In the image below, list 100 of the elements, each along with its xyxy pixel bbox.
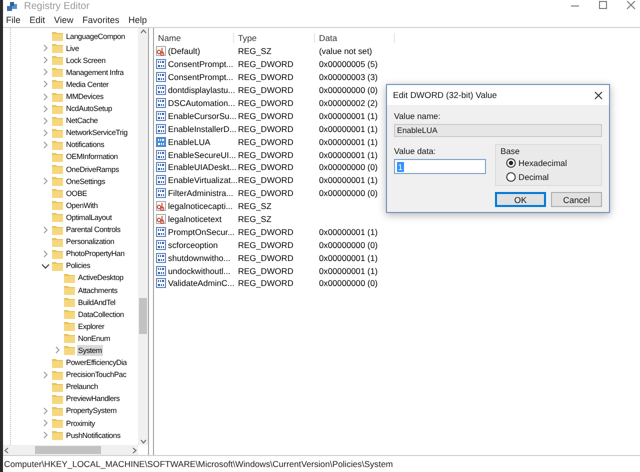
value-type: REG_DWORD bbox=[237, 72, 294, 82]
field-label: Value data: bbox=[394, 146, 437, 156]
folder-icon bbox=[52, 406, 63, 416]
column-header[interactable]: Name bbox=[154, 33, 234, 43]
value-data: 0x00000000 (0) bbox=[318, 278, 379, 288]
binary-value-icon bbox=[156, 110, 166, 121]
menu-item[interactable]: Favorites bbox=[82, 14, 120, 24]
string-value-icon bbox=[156, 46, 166, 56]
status-bar: Computer\HKEY_LOCAL_MACHINE\SOFTWARE\Microsoft\Windows\CurrentVersion\Policies\System bbox=[3, 455, 640, 472]
folder-icon bbox=[52, 418, 63, 428]
value-name[interactable]: EnableCursorSu... bbox=[168, 110, 236, 121]
scroll-up-icon[interactable] bbox=[140, 28, 146, 35]
value-name[interactable]: ConsentPrompt... bbox=[168, 72, 234, 82]
binary-value-icon bbox=[156, 98, 166, 108]
scroll-thumb[interactable] bbox=[35, 446, 101, 454]
value-type: REG_DWORD bbox=[237, 252, 294, 263]
binary-value-icon bbox=[156, 175, 166, 186]
menu-item[interactable]: File bbox=[6, 14, 21, 24]
value-name[interactable]: EnableSecureUI... bbox=[168, 150, 236, 160]
value-data: 0x00000001 (1) bbox=[318, 150, 379, 160]
value-name[interactable]: ValidateAdminC... bbox=[168, 278, 234, 288]
binary-value-icon bbox=[156, 266, 166, 276]
folder-icon bbox=[64, 285, 75, 296]
value-data: 0x00000001 (1) bbox=[318, 252, 379, 263]
value-name[interactable]: PromptOnSecur... bbox=[168, 226, 235, 237]
binary-value-icon bbox=[156, 226, 166, 237]
value-name[interactable]: EnableUIADeskt... bbox=[168, 162, 236, 172]
value-name[interactable]: EnableInstallerD... bbox=[168, 124, 236, 134]
string-value-icon bbox=[156, 214, 166, 224]
column-header[interactable]: Type bbox=[234, 33, 315, 43]
value-data: 0x00000001 (1) bbox=[318, 136, 379, 147]
menu-item[interactable]: Edit bbox=[30, 14, 46, 24]
scroll-down-icon[interactable] bbox=[140, 438, 146, 445]
value-name[interactable]: EnableVirtualizat... bbox=[168, 175, 238, 186]
value-type: REG_DWORD bbox=[237, 266, 294, 276]
folder-icon bbox=[64, 333, 75, 344]
column-header[interactable]: Data bbox=[315, 33, 395, 43]
scroll-thumb[interactable] bbox=[139, 298, 147, 334]
vertical-scrollbar[interactable] bbox=[138, 28, 148, 445]
dialog-button[interactable]: OK bbox=[495, 192, 546, 207]
radio-button[interactable] bbox=[506, 172, 516, 182]
registry-cubes-icon bbox=[7, 2, 18, 12]
radio-button[interactable] bbox=[506, 158, 516, 168]
scroll-right-icon[interactable] bbox=[131, 446, 138, 454]
binary-value-icon bbox=[156, 136, 166, 147]
folder-icon bbox=[52, 370, 63, 380]
value-type: REG_DWORD bbox=[237, 59, 294, 70]
menu-item[interactable]: View bbox=[54, 14, 74, 24]
folder-icon bbox=[64, 297, 75, 308]
folder-icon bbox=[52, 43, 63, 54]
folder-icon bbox=[64, 272, 75, 283]
maximize-icon[interactable] bbox=[598, 0, 608, 10]
binary-value-icon bbox=[156, 278, 166, 288]
radio-label[interactable]: Decimal bbox=[518, 172, 549, 182]
close-icon[interactable] bbox=[594, 90, 603, 100]
value-name[interactable]: undockwithoutl... bbox=[168, 266, 230, 276]
value-name[interactable]: ConsentPrompt... bbox=[168, 59, 234, 70]
horizontal-scrollbar[interactable] bbox=[3, 445, 138, 455]
value-name-field: EnableLUA bbox=[394, 124, 602, 137]
value-data: 0x00000000 (0) bbox=[318, 85, 379, 96]
folder-icon bbox=[64, 321, 75, 332]
folder-icon bbox=[52, 200, 63, 210]
folder-icon bbox=[52, 92, 63, 102]
value-data: 0x00000000 (0) bbox=[318, 240, 379, 250]
folder-icon bbox=[52, 55, 63, 66]
dialog-title: Edit DWORD (32-bit) Value bbox=[393, 90, 497, 100]
folder-icon bbox=[52, 248, 63, 259]
value-name[interactable]: DSCAutomation... bbox=[168, 98, 236, 108]
value-data: (value not set) bbox=[318, 46, 374, 56]
value-type: REG_DWORD bbox=[237, 240, 294, 250]
value-type: REG_DWORD bbox=[237, 278, 294, 288]
value-type: REG_DWORD bbox=[237, 136, 294, 147]
value-name[interactable]: legalnoticetext bbox=[168, 214, 222, 224]
value-data: 0x00000001 (1) bbox=[318, 175, 379, 186]
dialog-button[interactable]: Cancel bbox=[551, 192, 602, 207]
value-name[interactable]: shutdownwitho... bbox=[168, 252, 230, 263]
binary-value-icon bbox=[156, 124, 166, 134]
value-name[interactable]: EnableLUA bbox=[168, 136, 210, 147]
binary-value-icon bbox=[156, 59, 166, 70]
folder-icon bbox=[52, 176, 63, 186]
folder-icon bbox=[52, 128, 63, 138]
value-data: 0x00000000 (0) bbox=[318, 188, 379, 198]
string-value-icon bbox=[156, 201, 166, 212]
value-type: REG_SZ bbox=[237, 46, 273, 56]
binary-value-icon bbox=[156, 162, 166, 172]
folder-icon bbox=[52, 236, 63, 247]
radio-label[interactable]: Hexadecimal bbox=[518, 158, 567, 168]
value-data: 0x00000003 (3) bbox=[318, 72, 379, 82]
value-name[interactable]: scforceoption bbox=[168, 240, 218, 250]
folder-icon bbox=[52, 116, 63, 126]
value-data: 0x00000002 (2) bbox=[318, 98, 379, 108]
value-name[interactable]: FilterAdministra... bbox=[168, 188, 234, 198]
folder-icon bbox=[52, 394, 63, 404]
folder-icon bbox=[52, 224, 63, 235]
folder-icon bbox=[52, 104, 63, 114]
menu-item[interactable]: Help bbox=[128, 14, 147, 24]
value-name[interactable]: (Default) bbox=[168, 46, 200, 56]
value-name[interactable]: legalnoticecapti... bbox=[168, 201, 233, 212]
value-name[interactable]: dontdisplaylastu... bbox=[168, 85, 236, 96]
scroll-left-icon[interactable] bbox=[3, 446, 10, 454]
